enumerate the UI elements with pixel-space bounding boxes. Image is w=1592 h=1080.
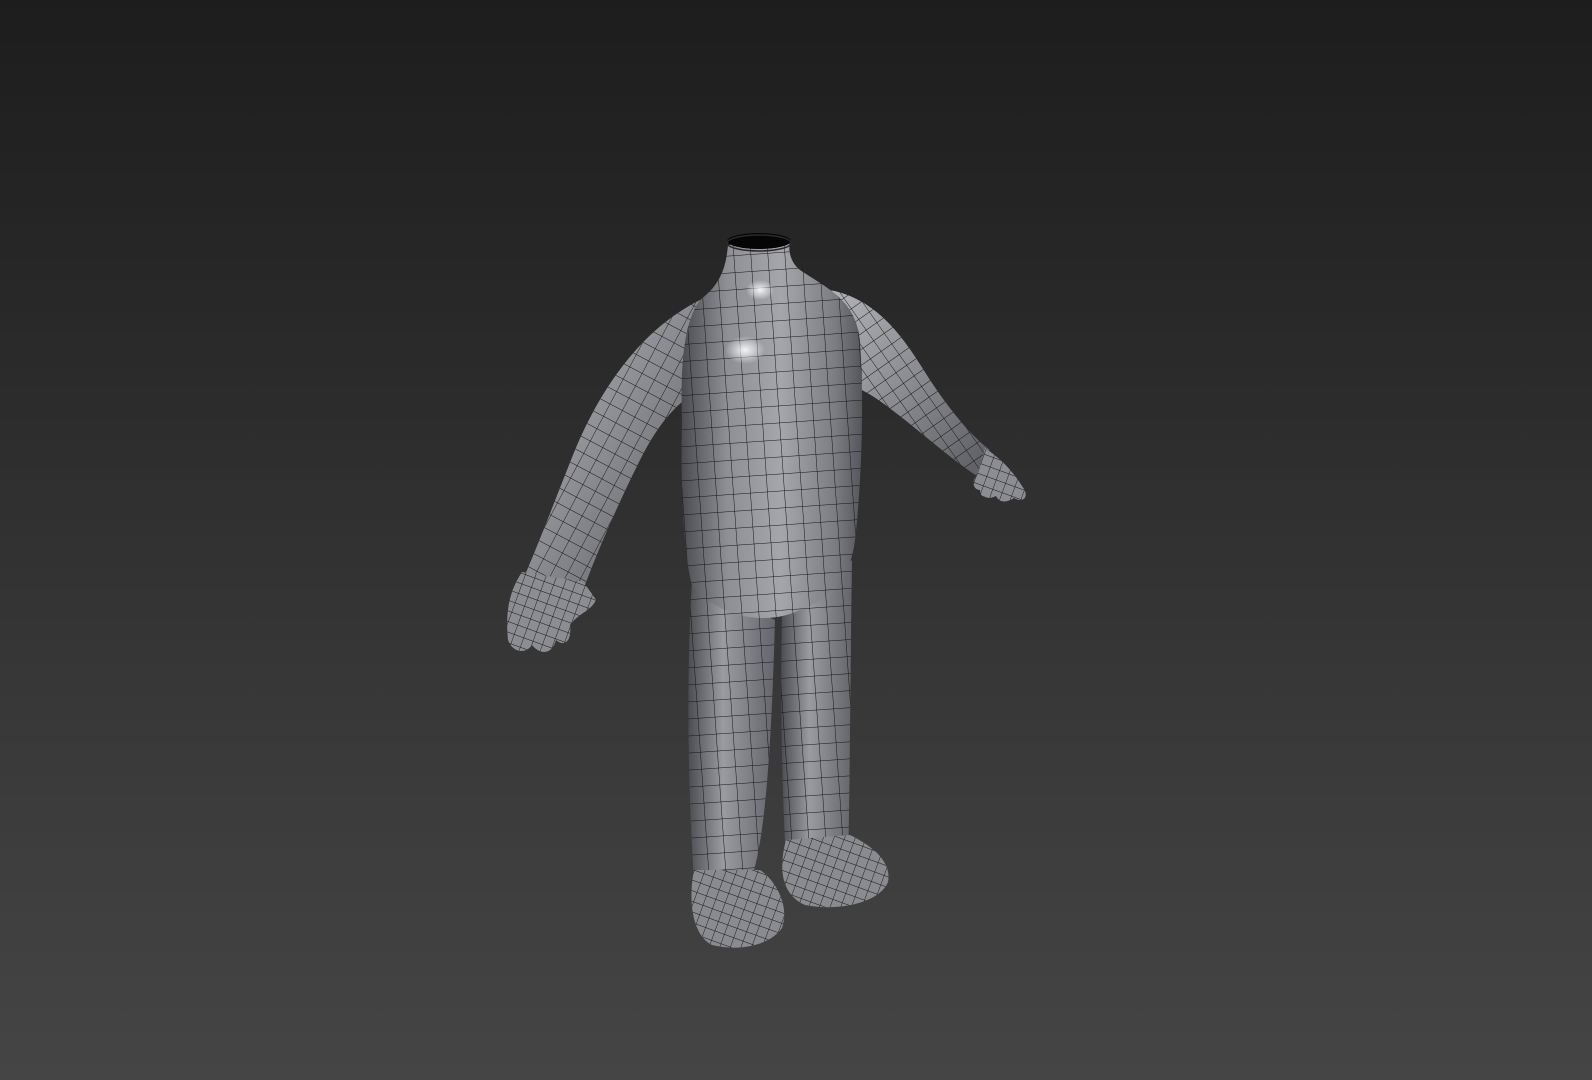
3d-viewport[interactable] — [0, 0, 1592, 1080]
model-neck-opening — [726, 233, 792, 252]
viewport-scene[interactable] — [0, 0, 1592, 1080]
model-leg-left[interactable] — [688, 580, 775, 902]
model-foot-right[interactable] — [782, 835, 889, 908]
model-foot-left[interactable] — [691, 870, 785, 948]
model-torso[interactable] — [681, 240, 863, 618]
model-hand-left[interactable] — [507, 572, 596, 652]
model-arm-left[interactable] — [525, 300, 700, 585]
